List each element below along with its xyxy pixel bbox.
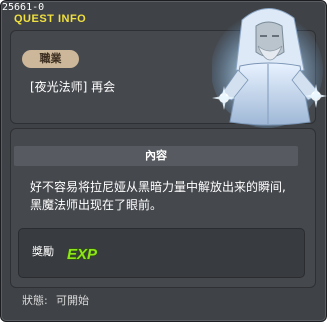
job-quest-name: [夜光法师] 再会 — [30, 80, 116, 94]
reward-box — [18, 228, 305, 278]
quest-description-line-2: 黑魔法师出现在了眼前。 — [30, 198, 163, 212]
reward-label: 獎勵 — [32, 245, 54, 258]
quest-id: 25661-0 — [2, 2, 45, 13]
exp-icon-text: EXP — [67, 246, 98, 262]
status-label: 狀態: — [22, 294, 48, 307]
content-header: 內容 — [14, 146, 298, 166]
quest-description-line-1: 好不容易将拉尼娅从黑暗力量中解放出来的瞬间, — [30, 180, 286, 194]
quest-description: 好不容易将拉尼娅从黑暗力量中解放出来的瞬间, 黑魔法师出现在了眼前。 — [30, 178, 310, 214]
npc-portrait — [212, 8, 327, 128]
job-badge: 職業 — [22, 50, 79, 68]
quest-info-title: QUEST INFO — [14, 13, 87, 25]
exp-icon: EXP — [66, 245, 98, 262]
status-value: 可開始 — [56, 294, 89, 307]
